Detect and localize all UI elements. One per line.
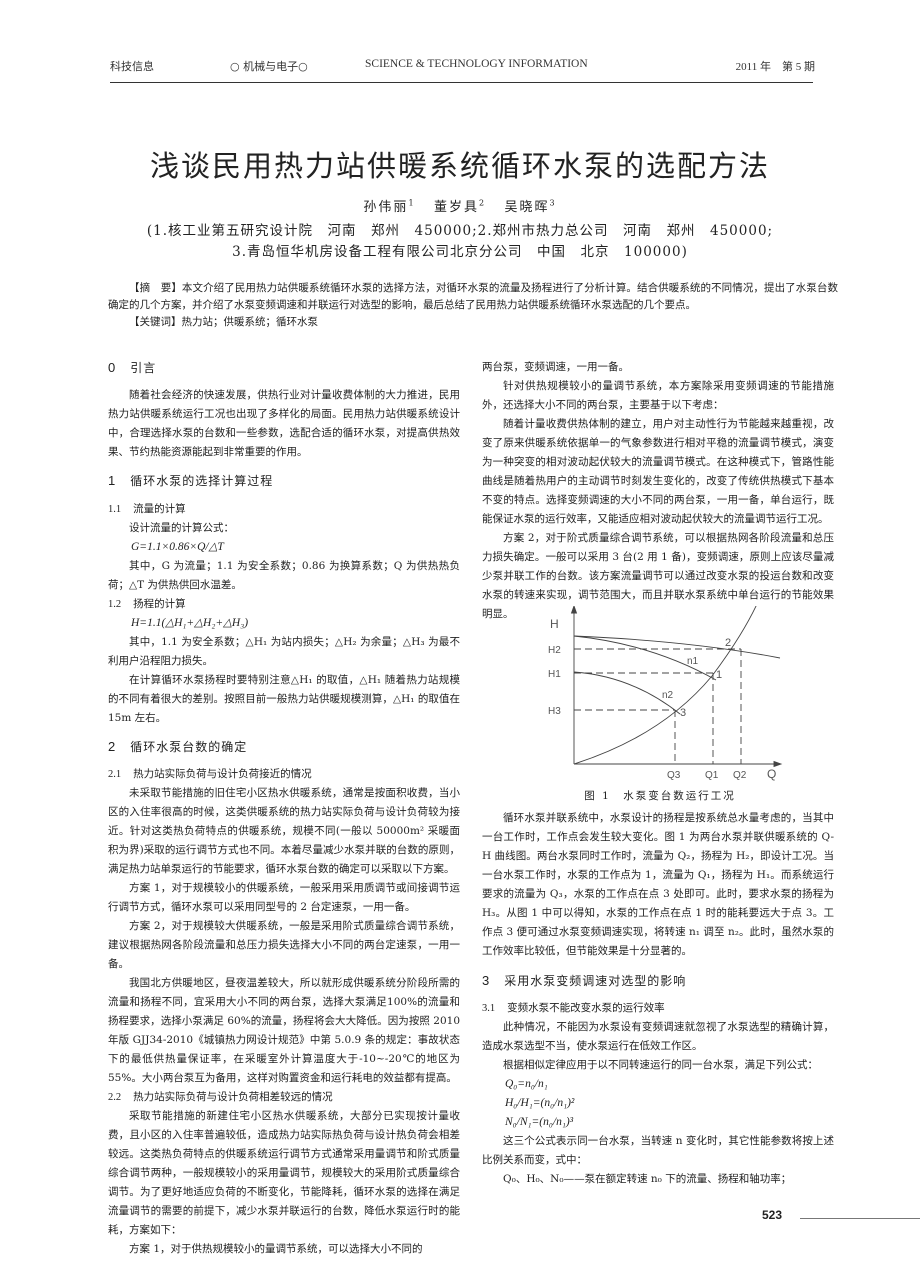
abstract-text: 本文介绍了民用热力站供暖系统循环水泵的选择方法，对循环水泵的流量及扬程进行了分析…: [108, 282, 839, 311]
y-tick-h1: H1: [548, 669, 561, 680]
author-name: 孙伟丽: [363, 200, 409, 215]
y-axis-arrow: [570, 606, 578, 614]
paragraph: 随着计量收费供热体制的建立，用户对主动性行为节能越来越重视，改变了原来供暖系统依…: [482, 418, 834, 525]
paragraph: Q₀、H₀、N₀——泵在额定转速 n₀ 下的流量、扬程和轴功率；: [503, 1173, 792, 1185]
paragraph: 这三个公式表示同一台水泵，当转速 n 变化时，其它性能参数将按上述比例关系而变，…: [482, 1135, 834, 1166]
y-tick-h3: H3: [548, 706, 561, 717]
formula-flow: G=1.1×0.86×Q/△T: [131, 541, 224, 553]
right-column-bottom: 循环水泵并联系统中，水泵设计的扬程是按系统总水量考虑的，当其中一台工作时，工作点…: [482, 809, 834, 1189]
x-tick-q2: Q2: [733, 770, 747, 781]
paragraph: 根据相似定律应用于以不同转速运行的同一台水泵，满足下列公式：: [503, 1059, 818, 1071]
affiliation-line-2: 3.青岛恒华机房设备工程有限公司北京分公司 中国 北京 100000): [232, 244, 688, 260]
paragraph: 针对供热规模较小的量调节系统，本方案除采用变频调速的节能措施外，还选择大小不同的…: [482, 380, 834, 411]
section-heading: 2 循环水泵台数的确定: [108, 739, 248, 754]
journal-section: ○ 机械与电子○: [230, 60, 308, 73]
paragraph: 其中，G 为流量；1.1 为安全系数；0.86 为换算系数；Q 为供热热负荷；△…: [108, 560, 460, 591]
formula-head: H=1.1(△H₁+△H₂+△H₃): [131, 617, 249, 629]
paragraph: 设计流量的计算公式：: [129, 522, 234, 534]
section-heading: 0 引言: [108, 360, 157, 375]
affiliation-line-1: (1.核工业第五研究设计院 河南 郑州 450000;2.郑州市热力总公司 河南…: [146, 223, 774, 239]
section-heading: 1 循环水泵的选择计算过程: [108, 473, 274, 488]
author-affil-mark: 3: [549, 198, 557, 208]
subsection-heading: 3.1 变频水泵不能改变水泵的运行效率: [482, 1002, 665, 1014]
section-heading: 3 采用水泵变频调速对选型的影响: [482, 973, 687, 988]
figure-qh-curve: H H2 H1 H3 Q3 Q1 Q2 Q n1 n2 1 2 3: [548, 606, 783, 781]
figure-caption: 图 1 水泵变台数运行工况: [584, 790, 736, 802]
paragraph: 方案 2，对于规模较大供暖系统，一般是采用阶式质量综合调节系统，建议根据热网各阶…: [108, 920, 460, 970]
point-label-2: 2: [725, 637, 731, 649]
x-axis-arrow: [773, 760, 783, 768]
x-tick-q1: Q1: [705, 770, 719, 781]
paragraph: 方案 1，对于规模较小的供暖系统，一般采用采用质调节或间接调节运行调节方式，循环…: [108, 882, 460, 913]
running-header: 科技信息 ○ 机械与电子○ SCIENCE & TECHNOLOGY INFOR…: [110, 58, 815, 78]
journal-name-en: SCIENCE & TECHNOLOGY INFORMATION: [365, 58, 588, 70]
x-tick-q3: Q3: [667, 770, 681, 781]
paragraph: 此种情况，不能因为水泵设有变频调速就忽视了水泵选型的精确计算，造成水泵选型不当，…: [482, 1021, 834, 1052]
paragraph: 方案 1，对于供热规模较小的量调节系统，可以选择大小不同的: [129, 1243, 423, 1255]
formula-head-ratio: H₀/H₁=(n₀/n₁)²: [505, 1097, 575, 1109]
x-axis-label: Q: [767, 767, 776, 781]
subsection-heading: 1.1 流量的计算: [108, 503, 186, 515]
keywords-text: 热力站；供暖系统；循环水泵: [181, 316, 319, 328]
y-axis-label: H: [550, 617, 559, 631]
article-title: 浅谈民用热力站供暖系统循环水泵的选配方法: [149, 149, 770, 183]
paragraph: 我国北方供暖地区，昼夜温差较大，所以就形成供暖系统分阶段所需的流量和扬程不同，宜…: [108, 977, 460, 1084]
paragraph: 随着社会经济的快速发展，供热行业对计量收费体制的大力推进，民用热力站供暖系统运行…: [108, 389, 460, 458]
formula-flow-ratio: Q₀=n₀/n₁: [505, 1078, 548, 1090]
journal-name-cn: 科技信息: [110, 60, 154, 73]
left-column: 0 引言 随着社会经济的快速发展，供热行业对计量收费体制的大力推进，民用热力站供暖…: [108, 358, 460, 1259]
abstract-label: 【摘 要】: [129, 282, 182, 294]
point-label-1: 1: [716, 669, 722, 681]
point-label-3: 3: [680, 707, 686, 719]
curve-label-n2: n2: [662, 690, 674, 701]
paragraph: 未采取节能措施的旧住宅小区热水供暖系统，通常是按面积收费，当小区的入住率很高的时…: [108, 787, 460, 875]
paragraph: 两台泵，变频调速，一用一备。: [482, 361, 629, 373]
footer-rule: [800, 1218, 920, 1219]
subsection-heading: 1.2 扬程的计算: [108, 598, 186, 610]
paragraph: 在计算循环水泵扬程时要特别注意△H₁ 的取值，△H₁ 随着热力站规模的不同有着很…: [108, 674, 460, 724]
author-affil-mark: 2: [478, 198, 487, 208]
parallel-pump-curve: [573, 635, 781, 659]
paragraph: 循环水泵并联系统中，水泵设计的扬程是按系统总水量考虑的，当其中一台工作时，工作点…: [482, 812, 834, 957]
right-column-top: 两台泵，变频调速，一用一备。 针对供热规模较小的量调节系统，本方案除采用变频调速…: [482, 358, 834, 624]
author-name: 董岁具: [433, 200, 479, 215]
system-curve: [573, 606, 757, 765]
issue-info: 2011 年 第 5 期: [735, 61, 815, 73]
author-name: 吴晓晖: [504, 200, 550, 215]
subsection-heading: 2.1 热力站实际负荷与设计负荷接近的情况: [108, 768, 312, 780]
paragraph: 其中，1.1 为安全系数；△H₁ 为站内损失；△H₂ 为余量；△H₃ 为最不利用…: [108, 636, 460, 667]
paragraph: 采取节能措施的新建住宅小区热水供暖系统，大部分已实现按计量收费，且小区的入住率普…: [108, 1110, 460, 1236]
subsection-heading: 2.2 热力站实际负荷与设计负荷相差较远的情况: [108, 1091, 333, 1103]
header-rule: [110, 82, 813, 83]
y-tick-h2: H2: [548, 645, 561, 656]
formula-power-ratio: N₀/N₁=(n₀/n₁)³: [505, 1116, 574, 1128]
author-affil-mark: 1: [408, 198, 416, 208]
author-list: 孙伟丽1 董岁具2 吴晓晖3: [0, 196, 920, 215]
curve-label-n1: n1: [687, 656, 699, 667]
keywords-label: 【关键词】: [129, 316, 182, 328]
abstract: 【摘 要】本文介绍了民用热力站供暖系统循环水泵的选择方法，对循环水泵的流量及扬程…: [108, 280, 838, 331]
page-number: 523: [762, 1208, 783, 1222]
